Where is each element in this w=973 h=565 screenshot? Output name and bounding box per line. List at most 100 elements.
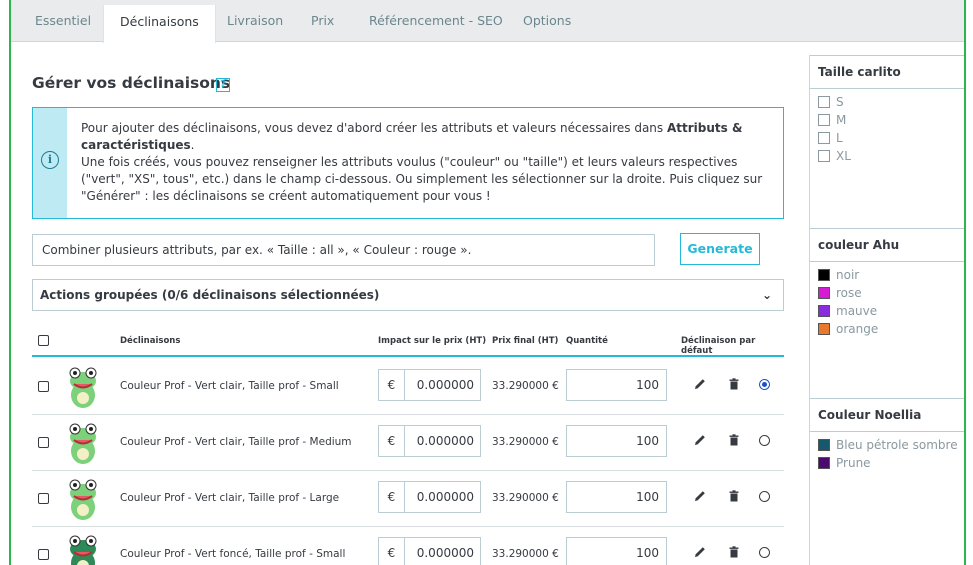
color-swatch[interactable] [818,269,830,281]
panel-title: couleur Ahu [810,229,964,262]
tab-bar: Essentiel Déclinaisons Livraison Prix Ré… [11,0,964,43]
info-line2: Une fois créés, vous pouvez renseigner l… [81,155,763,203]
tab-livraison[interactable]: Livraison [227,0,283,42]
quantity-input[interactable]: 100 [566,425,667,457]
price-impact-input[interactable]: € 0.000000 [378,537,481,565]
info-text: Pour ajouter des déclinaisons, vous deve… [81,120,771,205]
variant-name: Couleur Prof - Vert clair, Taille prof -… [120,492,340,504]
option-label: L [836,131,843,145]
color-swatch[interactable] [818,323,830,335]
trash-icon[interactable] [726,544,742,560]
option-label: mauve [836,304,878,318]
tab-seo[interactable]: Référencement - SEO [369,0,503,42]
attribute-option[interactable]: L [810,130,964,148]
generate-button[interactable]: Generate [680,233,760,265]
tab-declinaisons[interactable]: Déclinaisons [103,5,216,43]
color-swatch[interactable] [818,439,830,451]
color-swatch[interactable] [818,305,830,317]
header-default: Déclinaison par défaut [681,336,756,356]
info-alert: i Pour ajouter des déclinaisons, vous de… [32,107,784,219]
header-impact: Impact sur le prix (HT) [378,336,487,346]
price-impact-value: 0.000000 [416,546,474,560]
tab-prix[interactable]: Prix [311,0,334,42]
option-checkbox[interactable] [818,132,830,144]
bulk-actions-dropdown[interactable]: Actions groupées (0/6 déclinaisons sélec… [32,279,784,311]
quantity-input[interactable]: 100 [566,369,667,401]
option-label: Prune [836,456,871,470]
variant-name: Couleur Prof - Vert foncé, Taille prof -… [120,548,346,560]
default-variant-radio[interactable] [759,379,770,390]
select-all-checkbox[interactable] [38,335,49,346]
panel-taille-carlito: Taille carlito S M L XL [810,55,964,228]
page-frame: Essentiel Déclinaisons Livraison Prix Ré… [9,0,966,565]
price-impact-input[interactable]: € 0.000000 [378,481,481,513]
help-icon[interactable]: ? [216,78,230,92]
edit-pencil-icon[interactable] [692,376,708,392]
trash-icon[interactable] [726,488,742,504]
color-swatch[interactable] [818,457,830,469]
currency-label: € [379,538,405,565]
combine-input[interactable]: Combiner plusieurs attributs, par ex. « … [32,234,655,266]
frog-thumbnail-image [69,535,97,565]
option-checkbox[interactable] [818,150,830,162]
info-bar: i [33,108,67,218]
option-label: rose [836,286,862,300]
panel-options: noir rose mauve orange [810,262,964,339]
price-impact-value: 0.000000 [416,378,474,392]
panel-options: S M L XL [810,89,964,166]
frog-thumbnail-image [69,423,97,464]
option-checkbox[interactable] [818,96,830,108]
attribute-option[interactable]: Prune [810,455,964,473]
attribute-option[interactable]: S [810,94,964,112]
option-label: M [836,113,847,127]
trash-icon[interactable] [726,432,742,448]
frog-thumbnail-image [69,479,97,520]
attribute-option[interactable]: Bleu pétrole sombre [810,437,964,455]
final-price: 33.290000 € [492,548,559,560]
option-label: Bleu pétrole sombre [836,438,958,452]
tab-options[interactable]: Options [523,0,571,42]
chevron-down-icon: ⌄ [761,288,772,302]
attribute-option[interactable]: orange [810,321,964,339]
row-checkbox[interactable] [38,549,49,560]
variant-name: Couleur Prof - Vert clair, Taille prof -… [120,380,339,392]
option-label: S [836,95,844,109]
attribute-option[interactable]: M [810,112,964,130]
bulk-actions-label: Actions groupées (0/6 déclinaisons sélec… [40,288,380,302]
attribute-option[interactable]: rose [810,285,964,303]
tab-essentiel[interactable]: Essentiel [35,0,91,42]
row-checkbox[interactable] [38,493,49,504]
edit-pencil-icon[interactable] [692,544,708,560]
price-impact-value: 0.000000 [416,434,474,448]
attribute-option[interactable]: mauve [810,303,964,321]
option-label: XL [836,149,851,163]
table-row: Couleur Prof - Vert foncé, Taille prof -… [32,527,784,565]
page-title: Gérer vos déclinaisons [32,74,231,92]
table-row: Couleur Prof - Vert clair, Taille prof -… [32,471,784,527]
quantity-input[interactable]: 100 [566,481,667,513]
option-label: orange [836,322,879,336]
price-impact-input[interactable]: € 0.000000 [378,369,481,401]
price-impact-input[interactable]: € 0.000000 [378,425,481,457]
edit-pencil-icon[interactable] [692,432,708,448]
option-label: noir [836,268,860,282]
frog-thumbnail-image [69,367,97,408]
option-checkbox[interactable] [818,114,830,126]
price-impact-value: 0.000000 [416,490,474,504]
edit-pencil-icon[interactable] [692,488,708,504]
table-header: Déclinaisons Impact sur le prix (HT) Pri… [32,329,784,357]
default-variant-radio[interactable] [759,435,770,446]
currency-label: € [379,426,405,456]
default-variant-radio[interactable] [759,547,770,558]
default-variant-radio[interactable] [759,491,770,502]
row-checkbox[interactable] [38,381,49,392]
attribute-option[interactable]: XL [810,148,964,166]
currency-label: € [379,482,405,512]
quantity-input[interactable]: 100 [566,537,667,565]
attribute-option[interactable]: noir [810,267,964,285]
trash-icon[interactable] [726,376,742,392]
row-checkbox[interactable] [38,437,49,448]
color-swatch[interactable] [818,287,830,299]
header-final: Prix final (HT) [492,336,559,346]
attributes-sidebar: Taille carlito S M L XL couleur Ahu noir ros… [809,55,964,565]
